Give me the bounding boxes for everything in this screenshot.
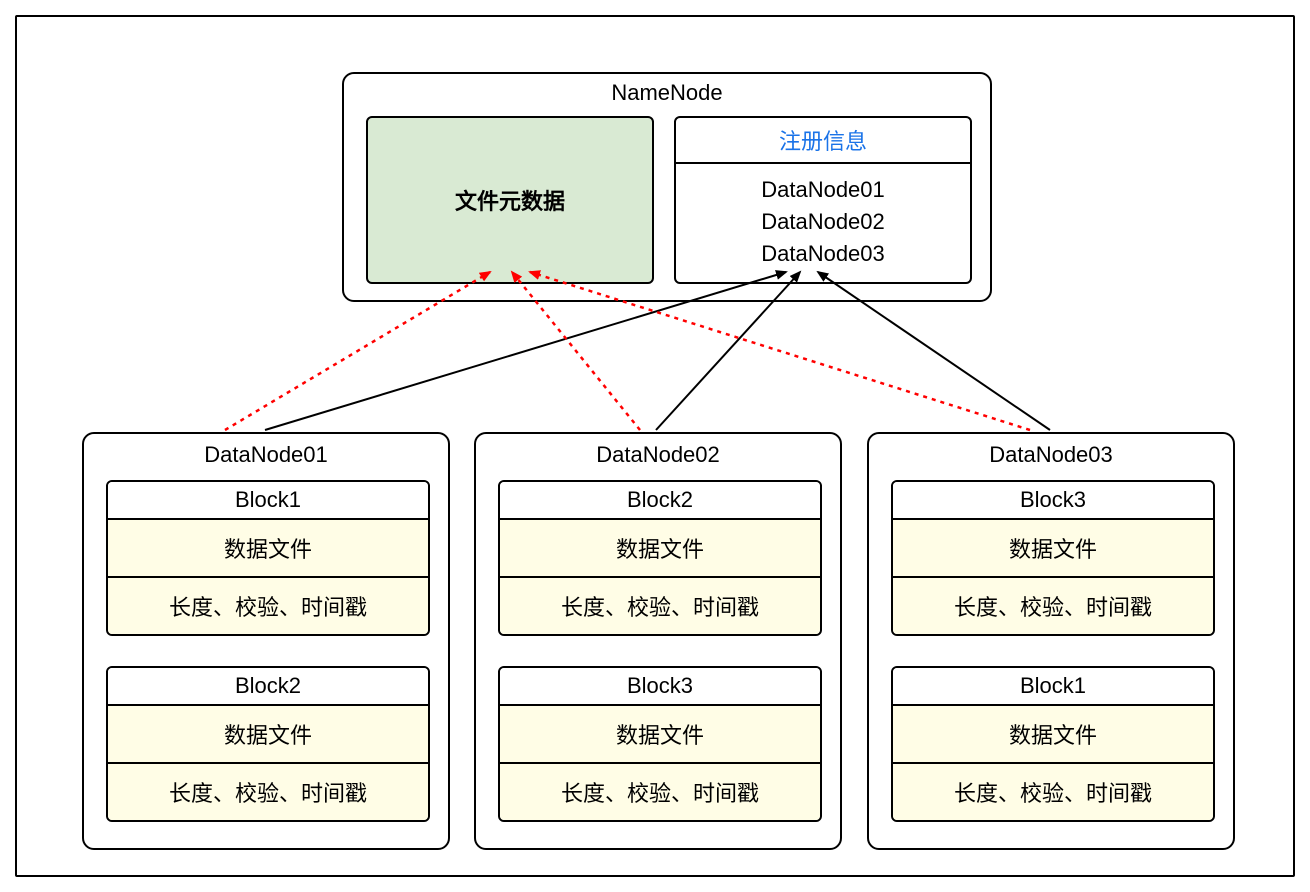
block-meta-row: 长度、校验、时间戳 [893,764,1213,820]
block-data-file: 数据文件 [893,520,1213,578]
block-name: Block2 [500,482,820,520]
block-meta-row: 长度、校验、时间戳 [500,764,820,820]
block-meta-row: 长度、校验、时间戳 [500,578,820,634]
block-name: Block1 [108,482,428,520]
namenode-title: NameNode [344,74,990,110]
diagram-frame: NameNode 文件元数据 注册信息 DataNode01 DataNode0… [15,15,1295,877]
datanode02-box: DataNode02 Block2 数据文件 长度、校验、时间戳 Block3 … [474,432,842,850]
block-meta-row: 长度、校验、时间戳 [893,578,1213,634]
datanode02-block1: Block2 数据文件 长度、校验、时间戳 [498,480,822,636]
block-name: Block2 [108,668,428,706]
block-data-file: 数据文件 [893,706,1213,764]
block-data-file: 数据文件 [500,706,820,764]
datanode03-block2: Block1 数据文件 长度、校验、时间戳 [891,666,1215,822]
block-name: Block1 [893,668,1213,706]
block-name: Block3 [500,668,820,706]
file-metadata-label: 文件元数据 [455,184,565,216]
datanode02-block2: Block3 数据文件 长度、校验、时间戳 [498,666,822,822]
block-data-file: 数据文件 [500,520,820,578]
file-metadata-box: 文件元数据 [366,116,654,284]
namenode-box: NameNode 文件元数据 注册信息 DataNode01 DataNode0… [342,72,992,302]
block-meta-row: 长度、校验、时间戳 [108,578,428,634]
datanode03-block1: Block3 数据文件 长度、校验、时间戳 [891,480,1215,636]
datanode01-box: DataNode01 Block1 数据文件 长度、校验、时间戳 Block2 … [82,432,450,850]
datanode03-box: DataNode03 Block3 数据文件 长度、校验、时间戳 Block1 … [867,432,1235,850]
registration-info-title: 注册信息 [676,118,970,164]
datanode03-title: DataNode03 [869,434,1233,474]
registration-info-box: 注册信息 DataNode01 DataNode02 DataNode03 [674,116,972,284]
datanode01-block1: Block1 数据文件 长度、校验、时间戳 [106,480,430,636]
block-data-file: 数据文件 [108,706,428,764]
datanode01-block2: Block2 数据文件 长度、校验、时间戳 [106,666,430,822]
datanode02-title: DataNode02 [476,434,840,474]
reginfo-item: DataNode01 [761,174,885,206]
registration-info-list: DataNode01 DataNode02 DataNode03 [676,164,970,280]
datanode01-title: DataNode01 [84,434,448,474]
block-meta-row: 长度、校验、时间戳 [108,764,428,820]
block-name: Block3 [893,482,1213,520]
block-data-file: 数据文件 [108,520,428,578]
reginfo-item: DataNode03 [761,238,885,270]
reginfo-item: DataNode02 [761,206,885,238]
